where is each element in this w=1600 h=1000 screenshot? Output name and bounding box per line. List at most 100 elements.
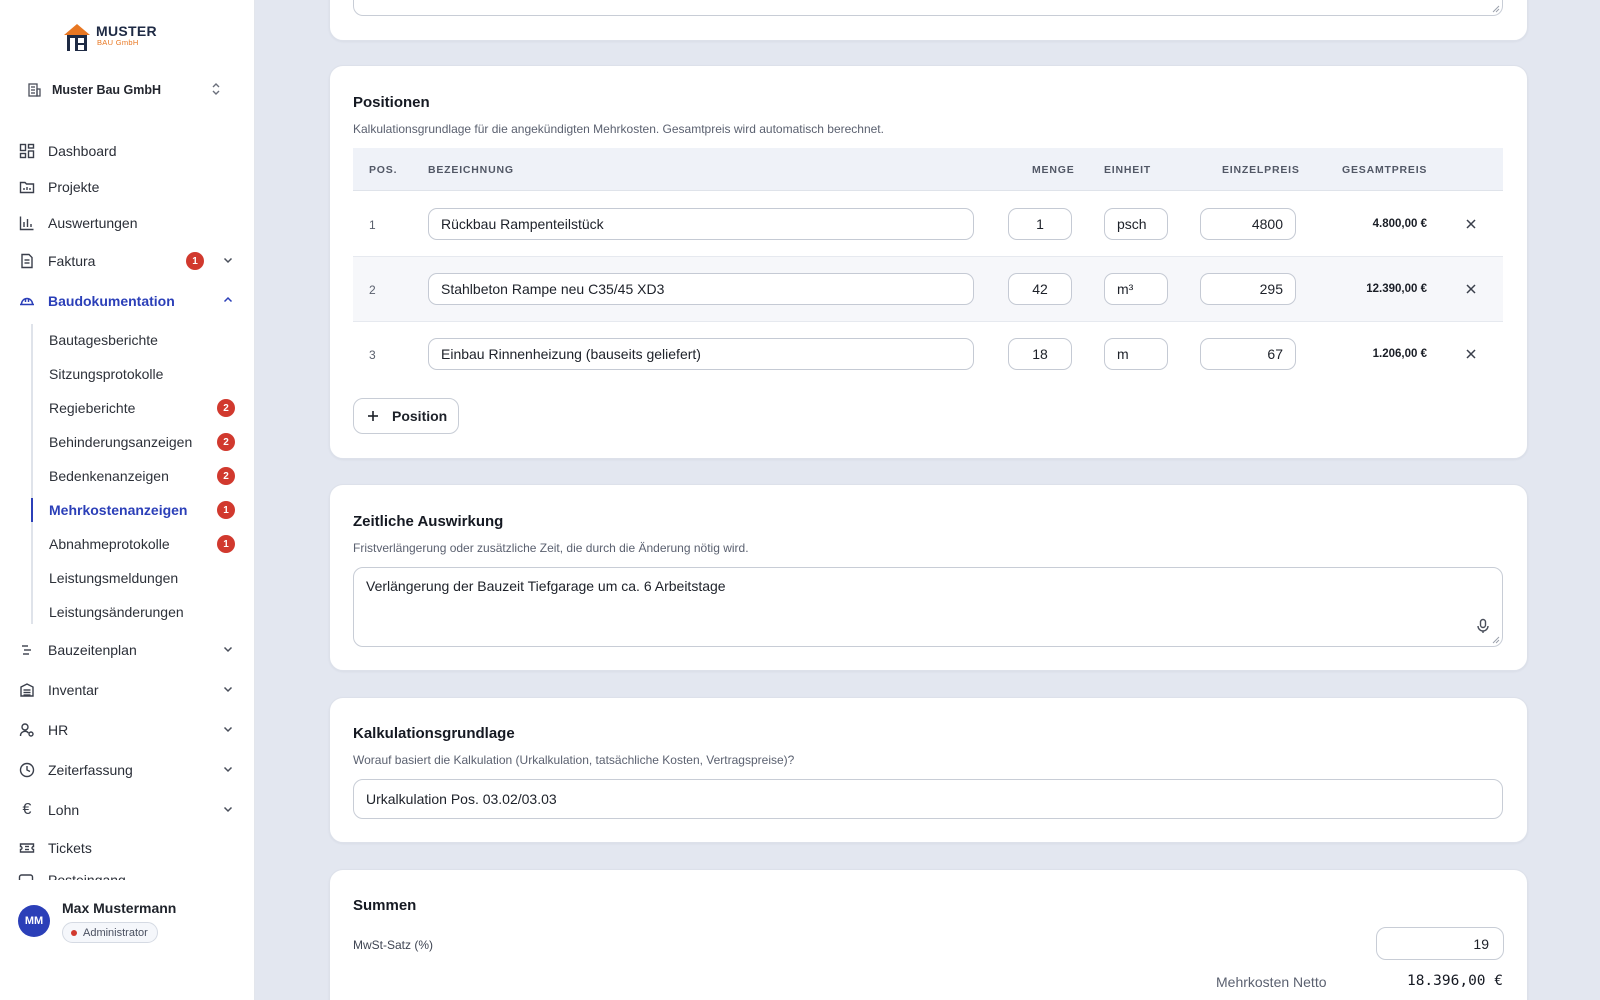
company-name: Muster Bau GmbH (52, 83, 162, 97)
subnav-label: Bautagesberichte (49, 332, 158, 348)
nav-item-faktura[interactable]: Faktura 1 (18, 247, 238, 275)
row-pos: 2 (369, 283, 376, 297)
nav-item-zeiterfassung[interactable]: Zeiterfassung (18, 756, 238, 784)
einheit-input[interactable]: m³ (1104, 273, 1168, 305)
kalkulationsgrundlage-input[interactable]: Urkalkulation Pos. 03.02/03.03 (353, 779, 1503, 819)
brand-sub: BAU GmbH (97, 38, 139, 47)
subnav-label: Leistungsmeldungen (49, 570, 179, 586)
nav-label: Faktura (48, 253, 96, 269)
nav-item-hr[interactable]: HR (18, 716, 238, 744)
row-pos: 1 (369, 218, 376, 232)
table-row: 2 Stahlbeton Rampe neu C35/45 XD3 42 m³ … (353, 257, 1503, 322)
nav-item-bauzeitenplan[interactable]: Bauzeitenplan (18, 636, 238, 664)
table-header: POS. BEZEICHNUNG MENGE EINHEIT EINZELPRE… (353, 148, 1503, 191)
subnav-item-behinderungsanzeigen[interactable]: Behinderungsanzeigen 2 (49, 430, 239, 454)
resize-handle-icon[interactable] (1490, 3, 1500, 13)
einzelpreis-input[interactable]: 295 (1200, 273, 1296, 305)
nav-label: Lohn (48, 802, 80, 818)
subnav-item-mehrkostenanzeigen[interactable]: Mehrkostenanzeigen 1 (49, 498, 239, 522)
subnav-label: Mehrkostenanzeigen (49, 502, 188, 518)
subnav-item-leistungsmeldungen[interactable]: Leistungsmeldungen (49, 566, 239, 590)
ticket-icon (18, 839, 36, 857)
close-icon[interactable] (1463, 346, 1479, 362)
brand-name: MUSTER (96, 23, 157, 39)
section-description: Kalkulationsgrundlage für die angekündig… (353, 122, 884, 136)
nav-item-dashboard[interactable]: Dashboard (18, 137, 238, 165)
einzelpreis-input[interactable]: 4800 (1200, 208, 1296, 240)
previous-section-card (329, 0, 1528, 41)
nav-item-tickets[interactable]: Tickets (18, 834, 238, 862)
house-logo-icon (64, 24, 90, 51)
bezeichnung-input[interactable]: Einbau Rinnenheizung (bauseits geliefert… (428, 338, 974, 370)
bezeichnung-input[interactable]: Rückbau Rampenteilstück (428, 208, 974, 240)
nav-label: Baudokumentation (48, 293, 175, 309)
gesamtpreis-value: 1.206,00 € (1372, 348, 1427, 360)
company-select[interactable]: Muster Bau GmbH (26, 78, 232, 102)
mwst-input[interactable]: 19 (1376, 927, 1504, 960)
nav-label: HR (48, 722, 69, 738)
plus-icon (368, 411, 378, 421)
subnav-active-indicator (31, 498, 33, 522)
chevron-down-icon (223, 766, 233, 773)
menge-input[interactable]: 1 (1008, 208, 1072, 240)
subnav-label: Leistungsänderungen (49, 604, 184, 620)
bezeichnung-input[interactable]: Stahlbeton Rampe neu C35/45 XD3 (428, 273, 974, 305)
subnav-item-regieberichte[interactable]: Regieberichte 2 (49, 396, 239, 420)
subnav-label: Bedenkenanzeigen (49, 468, 169, 484)
einzelpreis-input[interactable]: 67 (1200, 338, 1296, 370)
col-pos: POS. (369, 164, 398, 176)
abnahmeprotokolle-badge: 1 (217, 535, 235, 553)
user-name: Max Mustermann (62, 900, 177, 916)
avatar: MM (18, 905, 50, 937)
behinderungsanzeigen-badge: 2 (217, 433, 235, 451)
role-badge: Administrator (62, 922, 158, 943)
menge-input[interactable]: 18 (1008, 338, 1072, 370)
nav-item-lohn[interactable]: € Lohn (18, 796, 238, 824)
section-title: Zeitliche Auswirkung (353, 513, 504, 530)
close-icon[interactable] (1463, 281, 1479, 297)
einheit-input[interactable]: m (1104, 338, 1168, 370)
brand-logo[interactable]: MUSTER BAU GmbH (62, 20, 162, 54)
menge-input[interactable]: 42 (1008, 273, 1072, 305)
subnav-label: Sitzungsprotokolle (49, 366, 164, 382)
chevron-down-icon (223, 726, 233, 733)
microphone-icon[interactable] (1476, 618, 1490, 634)
mwst-label: MwSt-Satz (%) (353, 938, 434, 952)
subnav-rail (31, 324, 33, 624)
role-label: Administrator (83, 926, 148, 939)
inventory-icon (18, 681, 36, 699)
nav-item-projekte[interactable]: Projekte (18, 173, 238, 201)
add-position-button[interactable]: Position (353, 398, 459, 434)
nav-item-baudokumentation[interactable]: Baudokumentation (18, 287, 238, 315)
sidebar: MUSTER BAU GmbH Muster Bau GmbH Dashboar… (0, 0, 255, 1000)
einheit-input[interactable]: psch (1104, 208, 1168, 240)
previous-textarea[interactable] (353, 0, 1503, 16)
subnav-item-sitzungsprotokolle[interactable]: Sitzungsprotokolle (49, 362, 239, 386)
user-profile[interactable]: MM Max Mustermann Administrator (0, 880, 254, 1000)
nav-label: Inventar (48, 682, 99, 698)
nav-label: Dashboard (48, 143, 117, 159)
add-position-label: Position (392, 408, 448, 424)
subnav-item-bedenkenanzeigen[interactable]: Bedenkenanzeigen 2 (49, 464, 239, 488)
faktura-badge: 1 (186, 252, 204, 270)
close-icon[interactable] (1463, 216, 1479, 232)
nav-item-auswertungen[interactable]: Auswertungen (18, 209, 238, 237)
row-pos: 3 (369, 348, 376, 362)
table-row: 1 Rückbau Rampenteilstück 1 psch 4800 4.… (353, 192, 1503, 257)
nav-label: Bauzeitenplan (48, 642, 137, 658)
subnav-item-leistungsaenderungen[interactable]: Leistungsänderungen (49, 600, 239, 624)
building-icon (28, 83, 41, 97)
textarea-value: Verlängerung der Bauzeit Tiefgarage um c… (366, 578, 726, 594)
bedenkenanzeigen-badge: 2 (217, 467, 235, 485)
bar-chart-icon (18, 214, 36, 232)
resize-handle-icon[interactable] (1490, 634, 1500, 644)
chevron-down-icon (223, 646, 233, 653)
nav-label: Zeiterfassung (48, 762, 133, 778)
netto-value: 18.396,00 € (1406, 973, 1503, 989)
zeitliche-auswirkung-textarea[interactable]: Verlängerung der Bauzeit Tiefgarage um c… (353, 567, 1503, 647)
nav-label: Tickets (48, 840, 92, 856)
nav-label: Projekte (48, 179, 100, 195)
subnav-item-bautagesberichte[interactable]: Bautagesberichte (49, 328, 239, 352)
subnav-item-abnahmeprotokolle[interactable]: Abnahmeprotokolle 1 (49, 532, 239, 556)
nav-item-inventar[interactable]: Inventar (18, 676, 238, 704)
